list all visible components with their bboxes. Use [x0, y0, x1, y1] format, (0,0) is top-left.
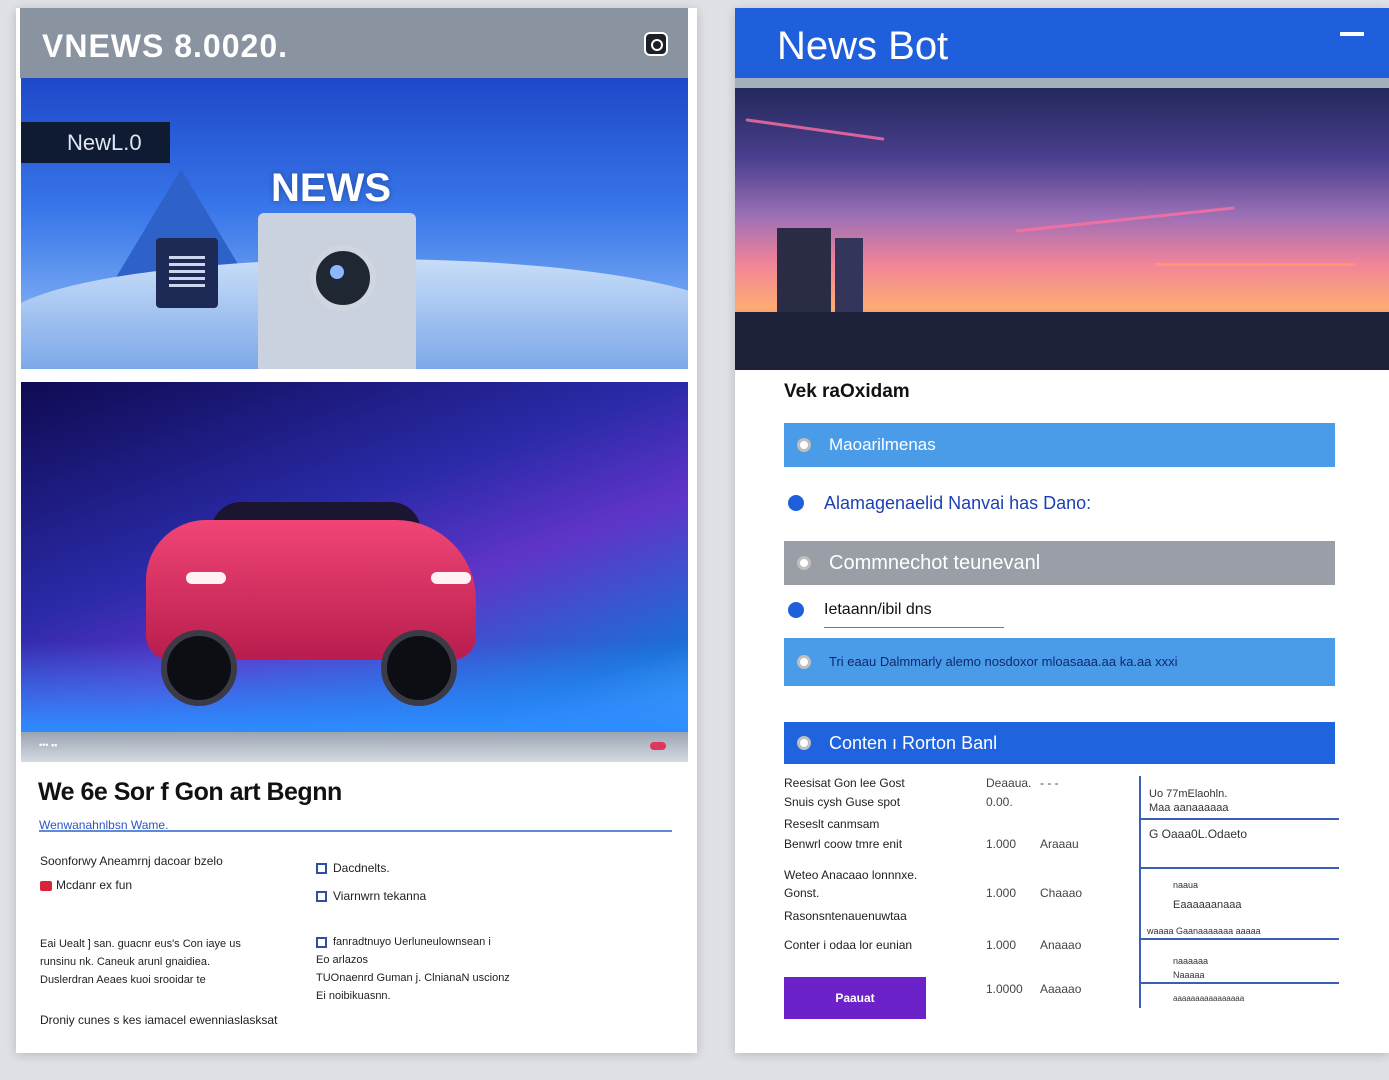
col1-link-row[interactable]: Mcdanr ex fun — [40, 877, 223, 893]
news-bot-panel: News Bot Vek raOxidam Maoarilmenas Alama… — [735, 8, 1389, 1053]
para-line: Duslerdran Aeaes kuoi srooidar te — [40, 974, 206, 986]
col1-footer: Droniy cunes s kes iamacel ewenniaslasks… — [40, 1013, 278, 1027]
side-line: aaaaaaaaaaaaaaaa — [1173, 994, 1245, 1003]
caption-text: ••• ▪▪ — [39, 740, 58, 750]
bullet-icon — [788, 602, 804, 618]
radio-icon — [797, 556, 811, 570]
check-item[interactable]: fanradtnuyo Uerluneulownsean i — [316, 933, 510, 951]
para-line: Eai Uealt ] san. guacnr eus's Con iaye u… — [40, 938, 241, 950]
col1-link-label: Mcdanr ex fun — [56, 878, 133, 892]
image-caption-strip: ••• ▪▪ — [21, 732, 688, 762]
col2-checklist: Dacdnelts. Viarnwrn tekanna — [316, 860, 426, 904]
section-title: Vek raOxidam — [784, 381, 910, 402]
list-item[interactable]: Ietaann/ibil dns — [784, 598, 1335, 622]
camera-icon[interactable] — [644, 32, 668, 56]
sunset-image — [735, 88, 1389, 370]
para-line: Ei noibikuasnn. — [316, 990, 391, 1002]
headlight-right — [431, 572, 471, 584]
car-illustration — [21, 382, 688, 732]
headlight-left — [186, 572, 226, 584]
side-card: Uo 77mElaohln. Maa aanaaaaaa G Oaaa0L.Od… — [1139, 776, 1339, 1008]
col1-line: Soonforwy Aneamrnj dacoar bzelo — [40, 854, 223, 868]
list-item[interactable]: Alamagenaelid Nanvai has Dano: — [784, 490, 1335, 516]
bullet-icon — [788, 495, 804, 511]
app-title: News Bot — [777, 24, 949, 68]
video-icon — [40, 880, 52, 891]
para-line: TUOnaenrd Guman j. ClnianaN uscionz — [316, 972, 510, 984]
side-line: Maa aanaaaaaa — [1149, 802, 1229, 814]
col1-intro: Soonforwy Aneamrnj dacoar bzelo Mcdanr e… — [40, 853, 223, 893]
radio-icon — [797, 736, 811, 750]
speaker-icon — [156, 238, 218, 308]
list-item[interactable]: Commnechot teunevanl — [784, 541, 1335, 585]
camera-robot-icon — [258, 213, 416, 369]
side-line: naaaaaa — [1173, 956, 1209, 966]
link-icon[interactable] — [650, 742, 666, 750]
para-line: runsinu nk. Caneuk arunl gnaidiea. — [40, 956, 211, 968]
content-bar[interactable]: Conten ı Rorton Banl — [784, 722, 1335, 764]
submit-button[interactable]: Paauat — [784, 977, 926, 1019]
list-item[interactable]: Maoarilmenas — [784, 423, 1335, 467]
side-line: naaua — [1173, 880, 1199, 890]
side-line: Naaaaa — [1173, 970, 1205, 980]
side-line: Uo 77mElaohln. — [1149, 788, 1228, 800]
article-title: We 6e Sor f Gon art Begnn — [38, 778, 342, 806]
check-item[interactable]: Viarnwrn tekanna — [316, 888, 426, 904]
col2-paragraph: fanradtnuyo Uerluneulownsean i Eo arlazo… — [316, 933, 510, 1005]
radio-icon — [797, 655, 811, 669]
news-sign: NEWS — [271, 166, 391, 210]
para-line: Eo arlazos — [316, 954, 368, 966]
checkbox-icon[interactable] — [316, 863, 327, 875]
checkbox-icon[interactable] — [316, 891, 327, 903]
left-news-panel: VNEWS 8.0020. NewL.0 NEWS ••• ▪▪ We 6e S… — [16, 8, 697, 1053]
side-line: G Oaaa0L.Odaeto — [1149, 827, 1248, 841]
side-line: waaaa Gaanaaaaaaa aaaaa — [1147, 926, 1261, 936]
side-line: Eaaaaaanaaa — [1173, 899, 1242, 911]
right-header: News Bot — [735, 8, 1389, 78]
check-item[interactable]: Dacdnelts. — [316, 860, 426, 876]
radio-icon — [797, 438, 811, 452]
left-header: VNEWS 8.0020. — [20, 8, 688, 78]
checkbox-icon[interactable] — [316, 936, 327, 948]
car-wheel-rear — [381, 630, 457, 706]
car-wheel-front — [161, 630, 237, 706]
col1-paragraph: Eai Uealt ] san. guacnr eus's Con iaye u… — [40, 935, 241, 989]
minimize-icon[interactable] — [1340, 32, 1364, 36]
hero-image: NewL.0 NEWS — [21, 78, 688, 369]
left-header-title: VNEWS 8.0020. — [42, 28, 288, 64]
hero-badge: NewL.0 — [21, 122, 170, 163]
divider — [39, 830, 672, 832]
list-item[interactable]: Tri eaau Dalmmarly alemo nosdoxor mloasa… — [784, 638, 1335, 686]
